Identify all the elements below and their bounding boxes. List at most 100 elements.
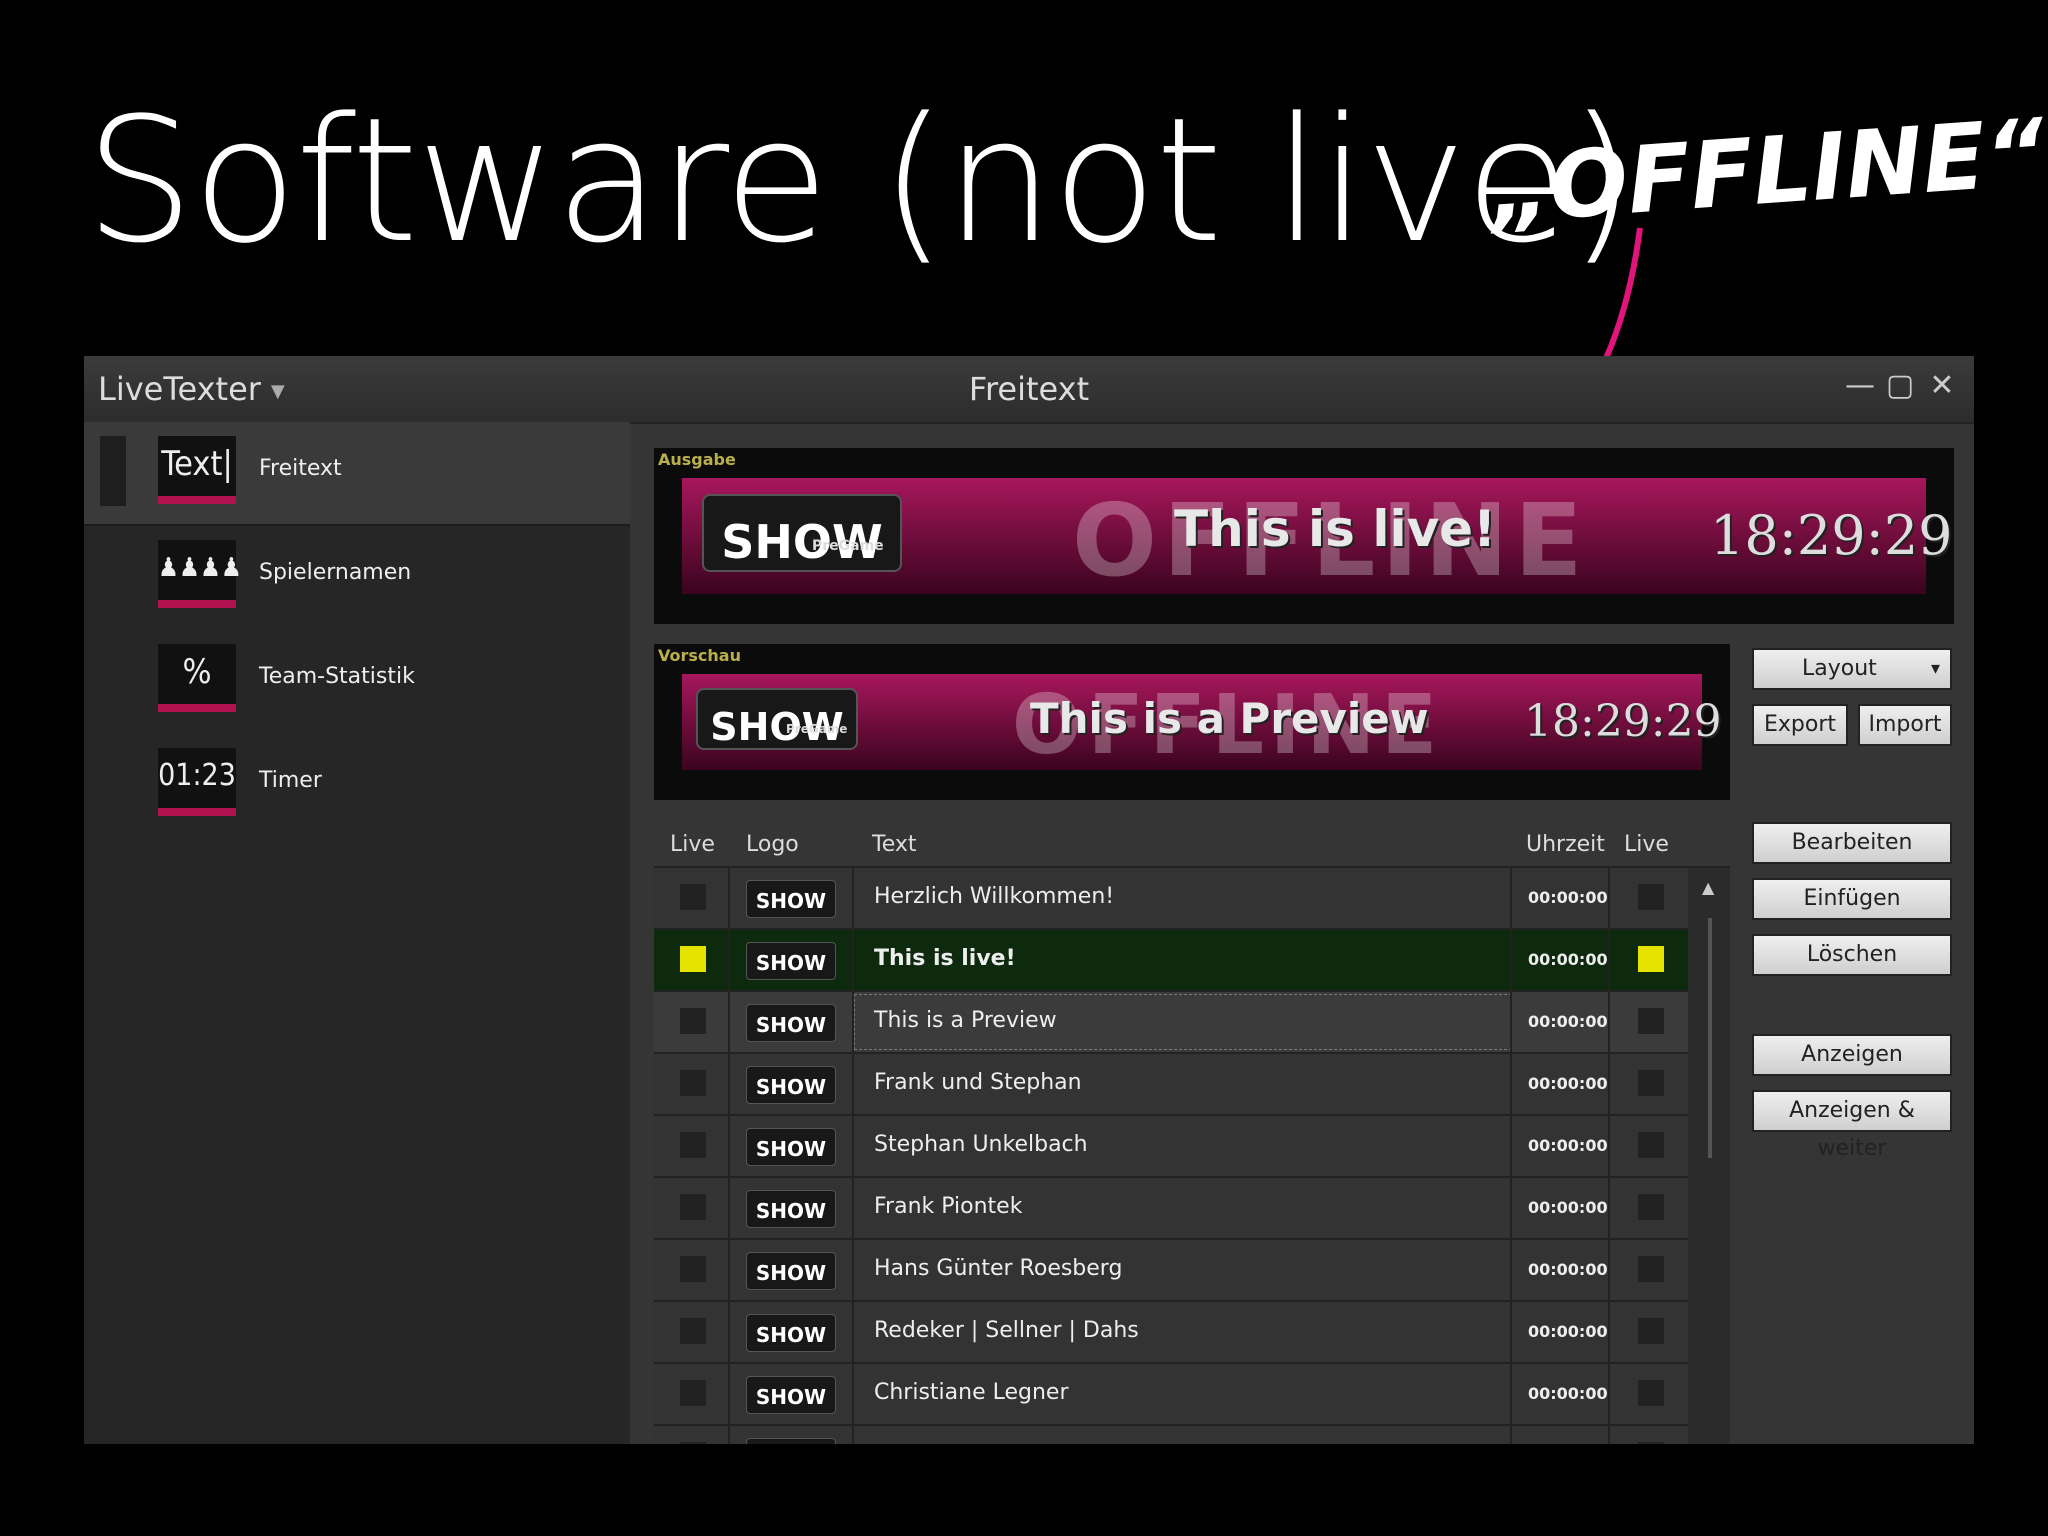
column-divider <box>1608 1364 1610 1424</box>
column-divider <box>852 868 854 928</box>
live-indicator[interactable] <box>1638 1008 1664 1034</box>
column-header-logo[interactable]: Logo <box>746 832 799 857</box>
show-logo: SHOW <box>746 1252 836 1290</box>
window-title: Freitext <box>968 370 1090 408</box>
row-time: 00:00:00 <box>1528 1260 1608 1279</box>
show-logo: SHOW <box>746 1314 836 1352</box>
output-label: Ausgabe <box>658 450 736 469</box>
insert-button[interactable]: Einfügen <box>1752 878 1952 920</box>
sidebar-item-team-statistik[interactable]: % Team-Statistik <box>84 630 630 730</box>
live-indicator[interactable] <box>1638 1132 1664 1158</box>
live-checkbox[interactable] <box>680 946 706 972</box>
live-indicator[interactable] <box>1638 884 1664 910</box>
live-checkbox[interactable] <box>680 1318 706 1344</box>
table-row[interactable]: SHOW Frank und Stephan 00:00:00 <box>654 1054 1688 1116</box>
row-text: Frank Piontek <box>874 1194 1023 1219</box>
scroll-up-icon[interactable]: ▲ <box>1702 878 1714 897</box>
row-text: This is a Preview <box>874 1008 1057 1033</box>
column-divider <box>852 1426 854 1444</box>
output-panel: Ausgabe OFFLINE PreGame SHOW This is liv… <box>654 448 1954 624</box>
column-divider <box>1608 1178 1610 1238</box>
sidebar-item-label: Team-Statistik <box>259 664 415 689</box>
column-divider <box>852 1240 854 1300</box>
column-divider <box>728 1054 730 1114</box>
show-logo: SHOW <box>746 1438 836 1444</box>
table-row[interactable]: SHOW This is live! 00:00:00 <box>654 930 1688 992</box>
import-button[interactable]: Import <box>1858 704 1952 746</box>
table-row[interactable]: SHOW Redeker | Sellner | Dahs 00:00:00 <box>654 1302 1688 1364</box>
table-row[interactable]: SHOW Herzlich Willkommen! 00:00:00 <box>654 868 1688 930</box>
live-indicator[interactable] <box>1638 1380 1664 1406</box>
layout-dropdown[interactable]: Layout ▾ <box>1752 648 1952 690</box>
live-checkbox[interactable] <box>680 1380 706 1406</box>
percent-icon: % <box>158 644 236 712</box>
players-icon: ♟♟♟♟ <box>158 540 242 608</box>
column-header-live-2[interactable]: Live <box>1624 832 1669 857</box>
show-logo: SHOW <box>746 1190 836 1228</box>
row-time: 00:00:00 <box>1528 1136 1608 1155</box>
delete-button[interactable]: Löschen <box>1752 934 1952 976</box>
show-logo: SHOW <box>746 1376 836 1414</box>
column-divider <box>852 1364 854 1424</box>
column-divider <box>852 1054 854 1114</box>
live-checkbox[interactable] <box>680 1442 706 1444</box>
table-row[interactable]: SHOW Frank Piontek 00:00:00 <box>654 1178 1688 1240</box>
sidebar-item-spielernamen[interactable]: ♟♟♟♟ Spielernamen <box>84 526 630 626</box>
row-text: Frank und Stephan <box>874 1070 1082 1095</box>
livetexter-window: LiveTexter ▼ Freitext — ▢ ✕ Text| Freitex… <box>84 356 1974 1444</box>
timer-icon: 01:23 <box>158 748 236 816</box>
logo-subtitle: PreGame <box>812 538 884 554</box>
table-header: Live Logo Text Uhrzeit Live <box>654 822 1730 868</box>
column-divider <box>1510 930 1512 990</box>
live-checkbox[interactable] <box>680 1008 706 1034</box>
column-divider <box>1608 930 1610 990</box>
column-divider <box>1608 1054 1610 1114</box>
live-indicator[interactable] <box>1638 946 1664 972</box>
export-button[interactable]: Export <box>1752 704 1848 746</box>
column-divider <box>1510 868 1512 928</box>
column-divider <box>728 1116 730 1176</box>
column-header-text[interactable]: Text <box>872 832 917 857</box>
show-logo: SHOW <box>746 1066 836 1104</box>
live-checkbox[interactable] <box>680 1256 706 1282</box>
column-divider <box>1608 1426 1610 1444</box>
sidebar-item-timer[interactable]: 01:23 Timer <box>84 734 630 834</box>
table-row[interactable]: SHOW This is a Preview 00:00:00 <box>654 992 1688 1054</box>
column-header-time[interactable]: Uhrzeit <box>1526 832 1605 857</box>
table-row[interactable]: SHOW Christiane Legner 00:00:00 <box>654 1364 1688 1426</box>
table-row[interactable]: SHOWPhilipp Hummel00:00:00 <box>654 1426 1688 1444</box>
live-checkbox[interactable] <box>680 1132 706 1158</box>
scrollbar[interactable]: ▲ <box>1690 868 1730 1444</box>
scroll-thumb[interactable] <box>1708 918 1712 1158</box>
live-indicator[interactable] <box>1638 1194 1664 1220</box>
row-time: 00:00:00 <box>1528 1384 1608 1403</box>
column-divider <box>852 1302 854 1362</box>
live-indicator[interactable] <box>1638 1318 1664 1344</box>
column-divider <box>728 868 730 928</box>
show-button[interactable]: Anzeigen <box>1752 1034 1952 1076</box>
row-time: 00:00:00 <box>1528 888 1608 907</box>
sidebar-item-freitext[interactable]: Text| Freitext <box>84 422 630 526</box>
live-indicator[interactable] <box>1638 1256 1664 1282</box>
row-time: 00:00:00 <box>1528 1012 1608 1031</box>
table-row[interactable]: SHOW Hans Günter Roesberg 00:00:00 <box>654 1240 1688 1302</box>
live-indicator[interactable] <box>1638 1442 1664 1444</box>
edit-button[interactable]: Bearbeiten <box>1752 822 1952 864</box>
table-row[interactable]: SHOW Stephan Unkelbach 00:00:00 <box>654 1116 1688 1178</box>
column-divider <box>852 930 854 990</box>
live-checkbox[interactable] <box>680 884 706 910</box>
column-divider <box>1608 1302 1610 1362</box>
column-divider <box>1608 992 1610 1052</box>
live-checkbox[interactable] <box>680 1194 706 1220</box>
column-header-live[interactable]: Live <box>670 832 715 857</box>
minimize-button[interactable]: — <box>1842 368 1878 403</box>
preview-panel: Vorschau OFFLINE PreGame SHOW This is a … <box>654 644 1730 800</box>
show-logo: SHOW <box>746 1128 836 1166</box>
row-time: 00:00:00 <box>1528 1198 1608 1217</box>
live-indicator[interactable] <box>1638 1070 1664 1096</box>
close-button[interactable]: ✕ <box>1924 368 1960 403</box>
maximize-button[interactable]: ▢ <box>1882 368 1918 403</box>
column-divider <box>728 1302 730 1362</box>
live-checkbox[interactable] <box>680 1070 706 1096</box>
show-next-button[interactable]: Anzeigen & weiter <box>1752 1090 1952 1161</box>
